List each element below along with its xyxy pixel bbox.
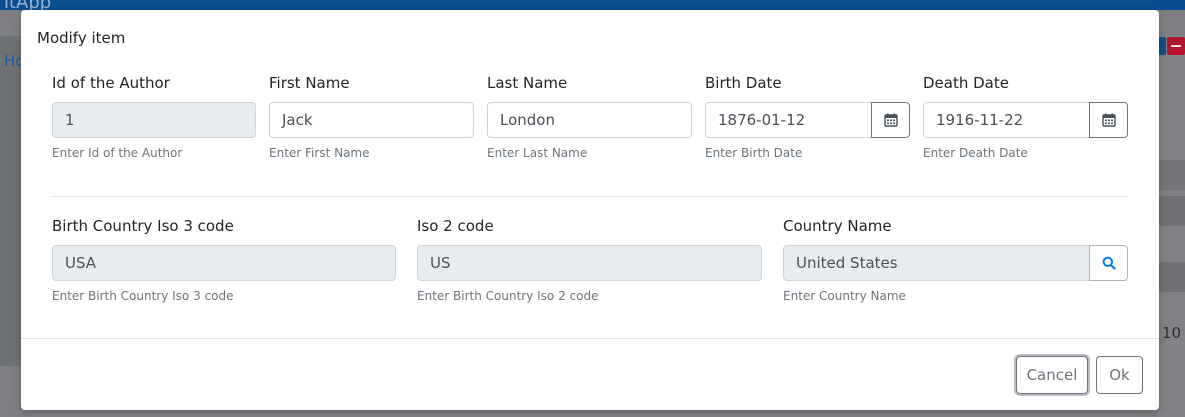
last-name-field: Last Name London Enter Last Name bbox=[487, 72, 692, 167]
country-name-help: Enter Country Name bbox=[783, 289, 906, 303]
first-name-input[interactable]: Jack bbox=[269, 102, 474, 138]
death-date-help: Enter Death Date bbox=[923, 146, 1028, 160]
birth-date-help: Enter Birth Date bbox=[705, 146, 803, 160]
pagination-number: 10 bbox=[1162, 324, 1182, 342]
last-name-label: Last Name bbox=[487, 74, 568, 92]
dialog-title: Modify item bbox=[37, 29, 126, 47]
iso3-input[interactable]: USA bbox=[52, 245, 396, 281]
iso2-label: Iso 2 code bbox=[417, 217, 494, 235]
first-name-field: First Name Jack Enter First Name bbox=[269, 72, 474, 167]
iso2-input[interactable]: US bbox=[417, 245, 762, 281]
calendar-icon bbox=[883, 113, 898, 127]
death-date-input[interactable]: 1916-11-22 bbox=[923, 102, 1090, 138]
calendar-icon bbox=[1101, 113, 1116, 127]
author-id-help: Enter Id of the Author bbox=[52, 146, 183, 160]
first-name-help: Enter First Name bbox=[269, 146, 370, 160]
dialog-footer-divider bbox=[21, 338, 1159, 339]
app-topbar bbox=[0, 0, 1185, 10]
modify-item-dialog: Modify item Id of the Author 1 Enter Id … bbox=[21, 10, 1159, 410]
death-date-picker-button[interactable] bbox=[1089, 102, 1128, 138]
first-name-label: First Name bbox=[269, 74, 350, 92]
birth-date-picker-button[interactable] bbox=[871, 102, 910, 138]
country-name-input[interactable]: United States bbox=[783, 245, 1090, 281]
death-date-field: Death Date 1916-11-22 Enter Death Date bbox=[923, 72, 1128, 167]
death-date-label: Death Date bbox=[923, 74, 1009, 92]
last-name-help: Enter Last Name bbox=[487, 146, 588, 160]
author-id-field: Id of the Author 1 Enter Id of the Autho… bbox=[52, 72, 256, 167]
country-name-label: Country Name bbox=[783, 217, 892, 235]
country-search-button[interactable] bbox=[1089, 245, 1128, 281]
app-table-edge bbox=[1158, 36, 1185, 417]
birth-date-label: Birth Date bbox=[705, 74, 782, 92]
author-id-input[interactable]: 1 bbox=[52, 102, 256, 138]
iso3-field: Birth Country Iso 3 code USA Enter Birth… bbox=[52, 215, 396, 310]
last-name-input[interactable]: London bbox=[487, 102, 692, 138]
cancel-button[interactable]: Cancel bbox=[1016, 356, 1088, 394]
app-left-panel bbox=[0, 36, 22, 366]
author-id-label: Id of the Author bbox=[52, 74, 170, 92]
ok-button[interactable]: Ok bbox=[1096, 356, 1143, 394]
birth-date-input[interactable]: 1876-01-12 bbox=[705, 102, 872, 138]
remove-icon bbox=[1167, 37, 1185, 55]
iso2-field: Iso 2 code US Enter Birth Country Iso 2 … bbox=[417, 215, 762, 310]
iso2-help: Enter Birth Country Iso 2 code bbox=[417, 289, 599, 303]
search-icon bbox=[1102, 256, 1116, 270]
birth-date-field: Birth Date 1876-01-12 Enter Birth Date bbox=[705, 72, 910, 167]
app-action-button bbox=[1158, 37, 1166, 55]
iso3-help: Enter Birth Country Iso 3 code bbox=[52, 289, 234, 303]
iso3-label: Birth Country Iso 3 code bbox=[52, 217, 234, 235]
country-name-field: Country Name United States Enter Country… bbox=[783, 215, 1128, 310]
table-row bbox=[1158, 196, 1185, 226]
table-row bbox=[1158, 262, 1185, 292]
table-row bbox=[1158, 160, 1185, 190]
section-divider bbox=[52, 196, 1128, 197]
